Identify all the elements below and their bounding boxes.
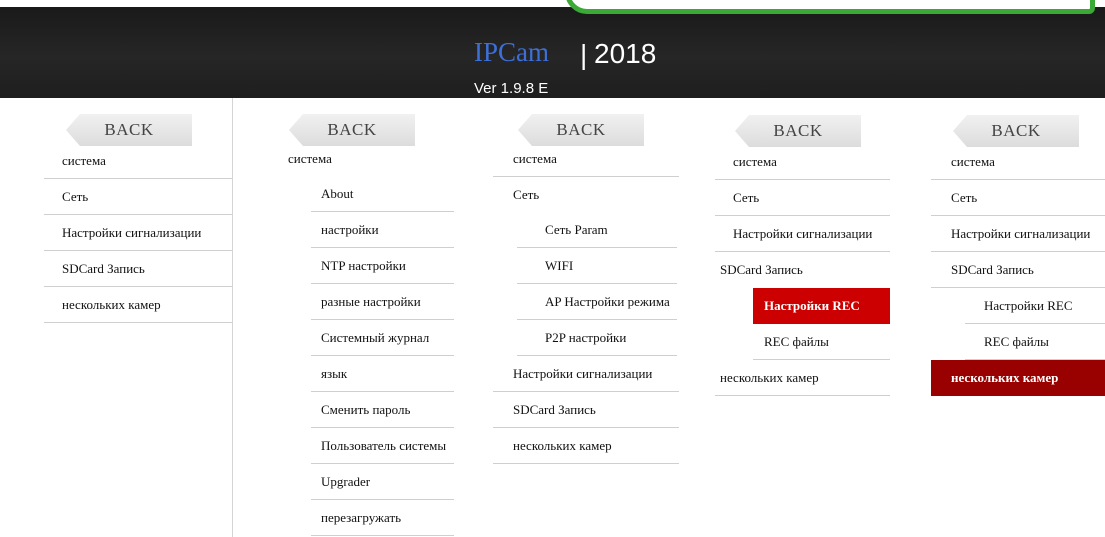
menu-item-rec-settings-active[interactable]: Настройки REC bbox=[753, 288, 890, 324]
menu-panel-3: BACK система Сеть Сеть Param WIFI AP Нас… bbox=[483, 98, 679, 468]
menu-item-sdcard-record[interactable]: SDCard Запись bbox=[493, 392, 679, 428]
menu-panel-4: BACK система Сеть Настройки сигнализации… bbox=[715, 98, 892, 398]
green-badge-frame bbox=[565, 0, 1095, 14]
menu-item-sistema[interactable]: система bbox=[288, 141, 457, 177]
menu-item-sistema[interactable]: система bbox=[715, 144, 890, 180]
menu-item-alarm-settings[interactable]: Настройки сигнализации bbox=[931, 216, 1105, 252]
app-header: IPCam | 2018 Ver 1.9.8 E bbox=[0, 7, 1105, 98]
menu-panel-5: BACK система Сеть Настройки сигнализации… bbox=[915, 98, 1105, 398]
menu-item-network[interactable]: Сеть bbox=[931, 180, 1105, 216]
menu-item-sdcard-record[interactable]: SDCard Запись bbox=[715, 252, 890, 288]
menu-item-ap-mode-settings[interactable]: AP Настройки режима bbox=[517, 284, 677, 320]
menu-item-p2p-settings[interactable]: P2P настройки bbox=[517, 320, 677, 356]
menu-item-upgrader[interactable]: Upgrader bbox=[311, 464, 454, 500]
menu-item-sdcard-record[interactable]: SDCard Запись bbox=[44, 251, 232, 287]
brand-year: 2018 bbox=[594, 38, 657, 69]
menu-item-language[interactable]: язык bbox=[311, 356, 454, 392]
menu-item-rec-files[interactable]: REC файлы bbox=[753, 324, 890, 360]
menu-item-sistema[interactable]: система bbox=[44, 143, 232, 179]
menu-item-sistema[interactable]: система bbox=[931, 144, 1105, 180]
back-button[interactable]: BACK bbox=[66, 114, 192, 146]
version-label: Ver 1.9.8 E bbox=[474, 80, 549, 97]
menu-item-rec-files[interactable]: REC файлы bbox=[965, 324, 1105, 360]
menu-item-system-log[interactable]: Системный журнал bbox=[311, 320, 454, 356]
menu-item-network[interactable]: Сеть bbox=[715, 180, 890, 216]
menu-item-system-user[interactable]: Пользователь системы bbox=[311, 428, 454, 464]
menu-item-multi-camera-active[interactable]: нескольких камер bbox=[931, 360, 1105, 396]
menu-item-alarm-settings[interactable]: Настройки сигнализации bbox=[493, 356, 679, 392]
menu-item-network[interactable]: Сеть bbox=[493, 177, 679, 213]
menu-item-alarm-settings[interactable]: Настройки сигнализации bbox=[44, 215, 232, 251]
menu-item-multi-camera[interactable]: нескольких камер bbox=[44, 287, 232, 323]
menu-item-rec-settings[interactable]: Настройки REC bbox=[965, 288, 1105, 324]
menu-item-misc-settings[interactable]: разные настройки bbox=[311, 284, 454, 320]
menu-item-network-params[interactable]: Сеть Param bbox=[517, 212, 677, 248]
brand-title: IPCam bbox=[474, 37, 550, 67]
menu-item-wifi[interactable]: WIFI bbox=[517, 248, 677, 284]
menu-item-settings[interactable]: настройки bbox=[311, 212, 454, 248]
menu-item-sistema[interactable]: система bbox=[493, 141, 679, 177]
menu-item-change-password[interactable]: Сменить пароль bbox=[311, 392, 454, 428]
brand-separator: | bbox=[580, 39, 588, 70]
menu-item-ntp-settings[interactable]: NTP настройки bbox=[311, 248, 454, 284]
menu-item-about[interactable]: About bbox=[311, 176, 454, 212]
menu-item-multi-camera[interactable]: нескольких камер bbox=[715, 360, 890, 396]
back-button[interactable]: BACK bbox=[735, 115, 861, 147]
menu-item-alarm-settings[interactable]: Настройки сигнализации bbox=[715, 216, 890, 252]
menu-item-multi-camera[interactable]: нескольких камер bbox=[493, 428, 679, 464]
menu-panel-1: BACK система Сеть Настройки сигнализации… bbox=[0, 98, 232, 537]
menu-item-sdcard-record[interactable]: SDCard Запись bbox=[931, 252, 1105, 288]
menu-item-network[interactable]: Сеть bbox=[44, 179, 232, 215]
menu-item-reboot[interactable]: перезагружать bbox=[311, 500, 454, 536]
menu-panel-2: BACK система About настройки NTP настрой… bbox=[233, 98, 457, 537]
back-button[interactable]: BACK bbox=[953, 115, 1079, 147]
